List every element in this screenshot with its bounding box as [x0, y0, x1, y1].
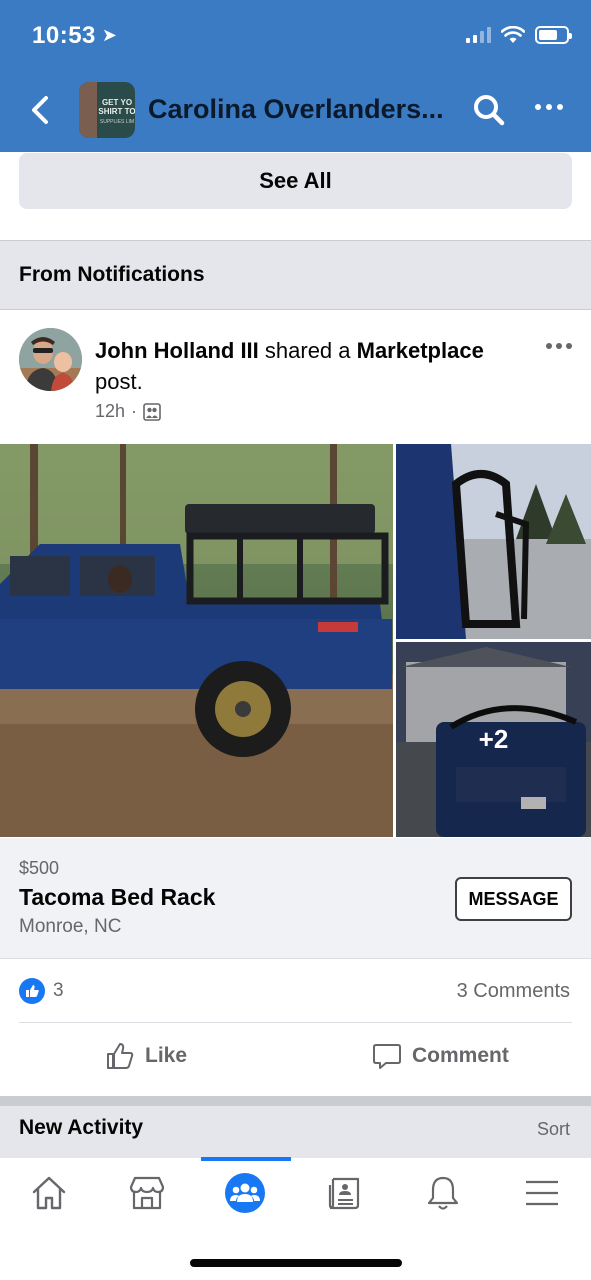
- listing-price: $500: [19, 858, 60, 878]
- comment-button[interactable]: Comment: [372, 1038, 509, 1074]
- battery-icon: [535, 26, 572, 44]
- group-avatar-text: GET YO SHIRT TO SUPPLIES LIM: [98, 98, 135, 125]
- news-feed-icon: [328, 1177, 360, 1210]
- author-name[interactable]: John Holland III: [95, 338, 259, 363]
- listing-title: Tacoma Bed Rack: [19, 884, 216, 910]
- post-header-text: John Holland III shared a Marketplace po…: [95, 338, 484, 394]
- sort-button[interactable]: Sort: [537, 1119, 570, 1140]
- groups-icon: [225, 1173, 265, 1213]
- tab-notifications[interactable]: [413, 1168, 473, 1218]
- group-title[interactable]: Carolina Overlanders...: [148, 94, 448, 125]
- tab-menu[interactable]: [512, 1168, 572, 1218]
- home-indicator[interactable]: [190, 1259, 402, 1267]
- reaction-count: 3: [53, 980, 64, 1001]
- signal-icon: [466, 27, 491, 43]
- reaction-summary[interactable]: 3: [19, 978, 64, 1004]
- group-privacy-icon: [143, 402, 161, 421]
- listing-photo-main[interactable]: [0, 444, 393, 837]
- back-arrow-icon[interactable]: [24, 90, 56, 130]
- status-time: 10:53 ➤: [32, 22, 118, 49]
- marketplace-icon: [129, 1176, 165, 1210]
- post-time[interactable]: 12h: [95, 401, 125, 422]
- divider: [0, 309, 591, 310]
- tab-marketplace[interactable]: [117, 1168, 177, 1218]
- like-reaction-icon: [19, 978, 45, 1004]
- marketplace-link[interactable]: Marketplace: [357, 338, 484, 363]
- new-activity-title: New Activity: [19, 1116, 144, 1139]
- divider: [0, 958, 591, 959]
- comment-icon: [373, 1044, 401, 1069]
- listing-photo-3[interactable]: +2: [396, 642, 591, 837]
- tab-news[interactable]: [314, 1168, 374, 1218]
- post-options-icon[interactable]: [546, 343, 572, 349]
- location-arrow-icon: ➤: [101, 25, 118, 45]
- bell-icon: [427, 1176, 459, 1210]
- active-tab-indicator: [201, 1157, 291, 1161]
- home-icon: [32, 1176, 66, 1210]
- wifi-icon: [501, 26, 525, 43]
- author-avatar[interactable]: [19, 328, 82, 391]
- listing-location: Monroe, NC: [19, 916, 122, 937]
- like-button[interactable]: Like: [105, 1038, 187, 1074]
- search-icon[interactable]: [471, 92, 507, 128]
- thumbs-up-icon: [107, 1043, 134, 1069]
- listing-photo-2[interactable]: [396, 444, 591, 639]
- status-icons: [466, 26, 572, 44]
- post-meta: 12h ·: [95, 401, 161, 422]
- divider: [19, 1022, 572, 1023]
- comments-count[interactable]: 3 Comments: [457, 980, 570, 1003]
- message-button[interactable]: MESSAGE: [455, 877, 572, 921]
- group-avatar[interactable]: GET YO SHIRT TO SUPPLIES LIM: [79, 82, 135, 138]
- tab-home[interactable]: [19, 1168, 79, 1218]
- more-options-icon[interactable]: [535, 104, 563, 110]
- tab-groups[interactable]: [215, 1168, 275, 1218]
- hamburger-menu-icon: [526, 1180, 558, 1206]
- section-header-notifications: From Notifications: [0, 241, 591, 309]
- app-header: 10:53 ➤ GET YO SHIRT TO SUPPLIES LIM Caro…: [0, 0, 591, 152]
- marketplace-listing[interactable]: $500 Tacoma Bed Rack Monroe, NC MESSAGE: [0, 838, 591, 958]
- section-title: From Notifications: [19, 263, 205, 286]
- more-photos-overlay[interactable]: +2: [396, 642, 591, 837]
- see-all-button[interactable]: See All: [19, 153, 572, 209]
